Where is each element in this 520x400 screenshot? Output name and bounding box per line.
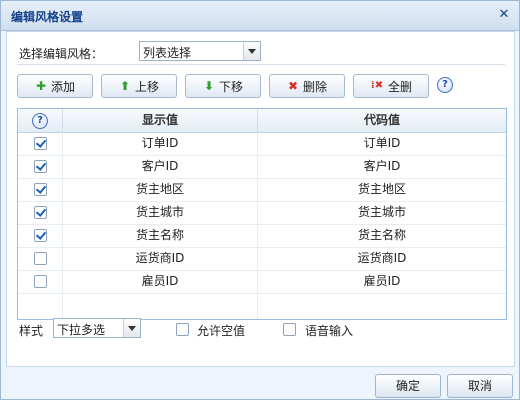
row-checkbox[interactable]: [34, 183, 47, 196]
plus-icon: ✚: [35, 79, 47, 93]
style-select-combo[interactable]: 列表选择: [139, 41, 261, 61]
column-divider: [62, 132, 63, 319]
delete-button-label: 删除: [302, 79, 327, 94]
add-button[interactable]: ✚ 添加: [17, 74, 93, 98]
row-checkbox[interactable]: [34, 275, 47, 288]
header-code-value[interactable]: 代码值: [258, 109, 506, 132]
move-down-button-label: 下移: [218, 79, 243, 94]
row-checkbox[interactable]: [34, 206, 47, 219]
dialog-title: 编辑风格设置: [11, 10, 84, 24]
dropdown-style-combo[interactable]: 下拉多选: [53, 318, 141, 338]
column-help-icon[interactable]: ?: [32, 113, 48, 129]
allow-empty-checkbox[interactable]: [176, 323, 189, 336]
code-value-cell[interactable]: 货主城市: [258, 201, 506, 224]
table-row[interactable]: 货主名称 货主名称: [18, 224, 506, 248]
column-divider: [257, 132, 258, 319]
style-label: 样式: [19, 324, 44, 338]
dropdown-style-value: 下拉多选: [57, 323, 106, 337]
grid-header: ? 显示值 代码值: [18, 109, 506, 133]
ok-button[interactable]: 确定: [375, 374, 441, 398]
style-select-value: 列表选择: [143, 46, 192, 60]
dialog-footer: 确定 取消: [1, 367, 519, 399]
add-button-label: 添加: [50, 79, 75, 94]
cancel-button[interactable]: 取消: [447, 374, 513, 398]
help-icon[interactable]: ?: [437, 77, 453, 93]
row-checkbox[interactable]: [34, 252, 47, 265]
row-checkbox[interactable]: [34, 137, 47, 150]
move-up-button[interactable]: ⬆ 上移: [101, 74, 177, 98]
close-icon[interactable]: ✕: [497, 8, 511, 22]
arrow-down-icon: ⬇: [203, 79, 215, 93]
table-row[interactable]: 货主地区 货主地区: [18, 178, 506, 202]
divider: [17, 64, 505, 65]
code-value-cell[interactable]: 客户ID: [258, 155, 506, 178]
code-value-cell[interactable]: 雇员ID: [258, 270, 506, 293]
style-select-label: 选择编辑风格：: [19, 47, 104, 61]
table-row[interactable]: 货主城市 货主城市: [18, 201, 506, 225]
code-value-cell[interactable]: 运货商ID: [258, 247, 506, 270]
table-row[interactable]: 客户ID 客户ID: [18, 155, 506, 179]
row-checkbox[interactable]: [34, 160, 47, 173]
move-down-button[interactable]: ⬇ 下移: [185, 74, 261, 98]
display-value-cell[interactable]: 货主地区: [63, 178, 257, 201]
chevron-down-icon[interactable]: [243, 42, 260, 60]
header-select-column: ?: [18, 109, 63, 132]
code-value-cell[interactable]: 货主地区: [258, 178, 506, 201]
row-checkbox[interactable]: [34, 229, 47, 242]
table-row[interactable]: 订单ID 订单ID: [18, 132, 506, 156]
display-value-cell[interactable]: 运货商ID: [63, 247, 257, 270]
title-bar[interactable]: 编辑风格设置 ✕: [1, 1, 519, 31]
table-row[interactable]: 雇员ID 雇员ID: [18, 270, 506, 294]
edit-style-dialog: 编辑风格设置 ✕ 选择编辑风格： 列表选择 ✚ 添加 ⬆ 上移 ⬇ 下移 ✖ 删…: [0, 0, 520, 400]
delete-all-icon: ⁞✖: [370, 80, 384, 91]
delete-x-icon: ✖: [287, 79, 299, 93]
allow-empty-label: 允许空值: [197, 324, 246, 338]
arrow-up-icon: ⬆: [119, 79, 131, 93]
display-value-cell[interactable]: 客户ID: [63, 155, 257, 178]
voice-input-label: 语音输入: [305, 324, 354, 338]
header-display-value[interactable]: 显示值: [63, 109, 258, 132]
code-value-cell[interactable]: 订单ID: [258, 132, 506, 155]
table-row[interactable]: 运货商ID 运货商ID: [18, 247, 506, 271]
code-value-cell[interactable]: 货主名称: [258, 224, 506, 247]
display-value-cell[interactable]: 货主名称: [63, 224, 257, 247]
chevron-down-icon[interactable]: [123, 319, 140, 337]
delete-all-button[interactable]: ⁞✖ 全删: [353, 74, 429, 98]
display-value-cell[interactable]: 雇员ID: [63, 270, 257, 293]
dialog-body: 选择编辑风格： 列表选择 ✚ 添加 ⬆ 上移 ⬇ 下移 ✖ 删除 ⁞✖ 全删 ?…: [6, 31, 515, 367]
delete-all-button-label: 全删: [387, 79, 412, 94]
display-value-cell[interactable]: 货主城市: [63, 201, 257, 224]
display-value-cell[interactable]: 订单ID: [63, 132, 257, 155]
values-grid: ? 显示值 代码值 订单ID 订单ID 客户ID 客户ID 货主地区 货主地区 货主城市 货主…: [17, 108, 507, 320]
delete-button[interactable]: ✖ 删除: [269, 74, 345, 98]
move-up-button-label: 上移: [134, 79, 159, 94]
voice-input-checkbox[interactable]: [283, 323, 296, 336]
